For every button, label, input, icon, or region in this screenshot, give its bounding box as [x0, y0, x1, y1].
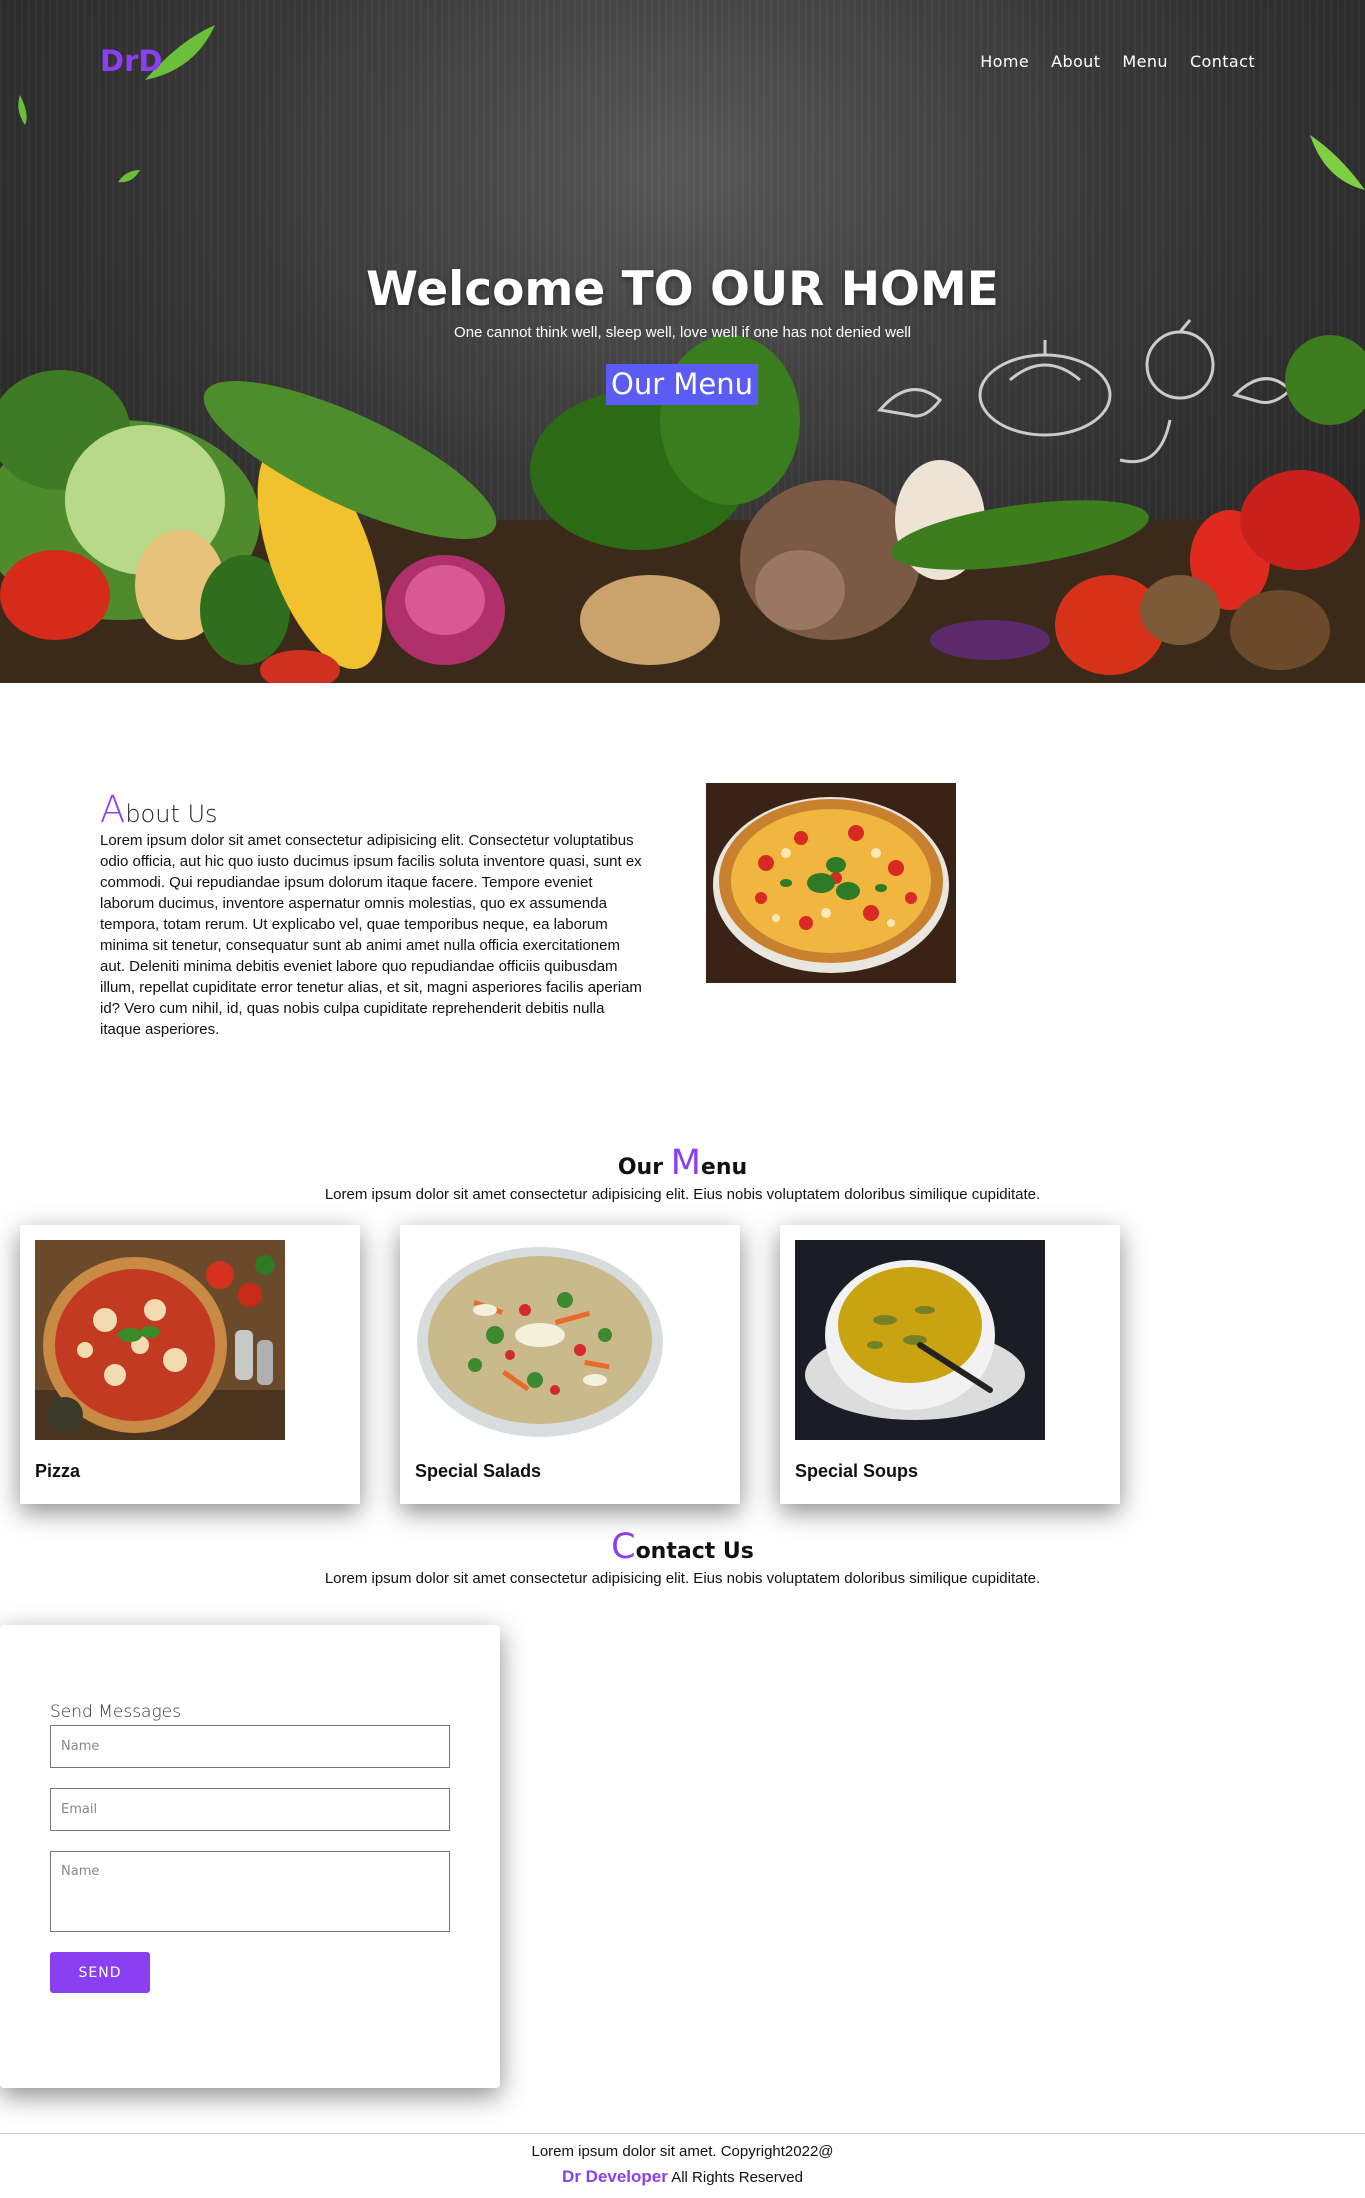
footer-brand-link[interactable]: Dr Developer: [562, 2167, 668, 2186]
footer-copyright: Lorem ipsum dolor sit amet. Copyright202…: [531, 2143, 834, 2160]
nav-menu-link[interactable]: Menu: [1122, 52, 1168, 71]
contact-heading-rest: ontact Us: [635, 1539, 754, 1564]
contact-form: Send Messages SEND: [0, 1625, 500, 2088]
menu-card-label: Special Salads: [415, 1461, 542, 1481]
nav-contact-link[interactable]: Contact: [1190, 52, 1255, 71]
hero-section: DrD Home About Menu Contact Welcome TO O…: [0, 0, 1365, 683]
salad-photo: [415, 1240, 665, 1440]
menu-heading-initial: M: [670, 1143, 701, 1183]
contact-heading: Contact Us: [0, 1527, 1365, 1567]
site-logo[interactable]: DrD: [100, 44, 162, 78]
menu-card-salads[interactable]: Special Salads: [400, 1225, 740, 1504]
about-text: Lorem ipsum dolor sit amet consectetur a…: [100, 832, 642, 1038]
menu-heading-rest: enu: [700, 1155, 748, 1180]
form-heading: Send Messages: [50, 1702, 181, 1722]
menu-card-soups[interactable]: Special Soups: [780, 1225, 1120, 1504]
footer-rights: All Rights Reserved: [667, 2169, 803, 2186]
menu-subtitle: Lorem ipsum dolor sit amet consectetur a…: [324, 1186, 1041, 1203]
menu-card-label: Special Soups: [795, 1461, 919, 1481]
menu-heading-prefix: Our: [617, 1155, 671, 1180]
menu-card-label: Pizza: [35, 1461, 81, 1481]
hero-subtitle: One cannot think well, sleep well, love …: [454, 324, 911, 341]
name-input[interactable]: [50, 1725, 450, 1768]
menu-card-pizza[interactable]: Pizza: [20, 1225, 360, 1504]
soup-photo: [795, 1240, 1045, 1440]
footer-credits: Dr Developer All Rights Reserved: [0, 2167, 1365, 2187]
main-nav: Home About Menu Contact: [980, 52, 1255, 71]
our-menu-button[interactable]: Our Menu: [606, 364, 758, 405]
contact-subtitle: Lorem ipsum dolor sit amet consectetur a…: [324, 1570, 1041, 1587]
menu-heading: Our Menu: [0, 1143, 1365, 1183]
hero-vegetables-image: [0, 25, 1365, 683]
pizza-photo: [35, 1240, 285, 1440]
send-button[interactable]: SEND: [50, 1952, 150, 1993]
hero-title: Welcome TO OUR HOME: [366, 262, 999, 317]
contact-heading-initial: C: [611, 1527, 636, 1567]
about-heading-initial: A: [100, 788, 126, 831]
message-textarea[interactable]: [50, 1851, 450, 1932]
footer-divider: [0, 2133, 1365, 2134]
about-pizza-image: [706, 783, 956, 983]
nav-home-link[interactable]: Home: [980, 52, 1029, 71]
about-heading: About Us: [100, 788, 218, 831]
about-heading-rest: bout Us: [125, 800, 218, 828]
email-input[interactable]: [50, 1788, 450, 1831]
nav-about-link[interactable]: About: [1051, 52, 1100, 71]
